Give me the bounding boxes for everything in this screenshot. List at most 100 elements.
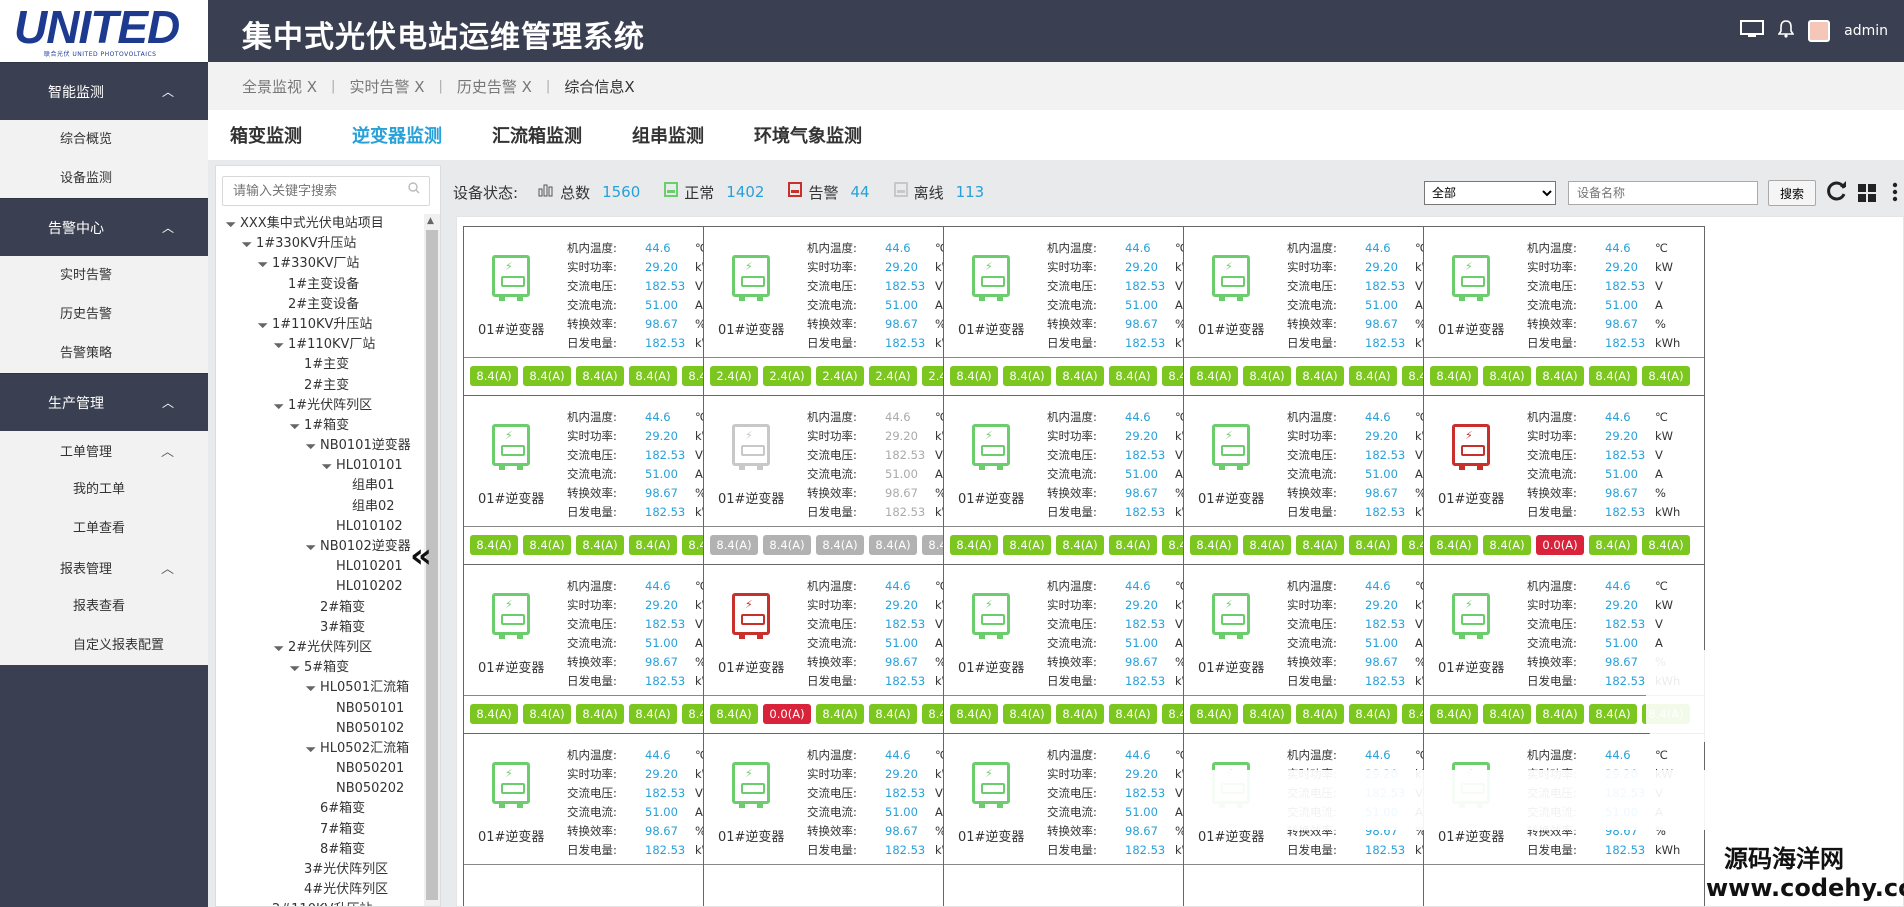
string-current-chip[interactable]: 8.4(A) [1589,535,1637,555]
string-current-chip[interactable]: 8.4(A) [1642,366,1690,386]
string-current-chip[interactable]: 8.4(A) [629,704,677,724]
search-icon[interactable] [408,182,420,198]
grid-view-icon[interactable] [1858,184,1876,202]
string-current-chip[interactable]: 8.4(A) [1296,704,1344,724]
tree-node[interactable]: 8#箱变 [226,840,421,860]
string-current-chip[interactable]: 8.4(A) [1243,535,1291,555]
sidebar-item[interactable]: 报表查看 [0,587,208,626]
sidebar-item[interactable]: 告警策略 [0,334,208,373]
tree-node[interactable]: ◢ 2#光伏阵列区 [226,638,421,658]
tree-node[interactable]: HL010202 [226,577,421,597]
inverter-card[interactable]: ⚡01#逆变器机内温度:44.6℃实时功率:29.20kW交流电压:182.53… [1423,226,1705,422]
string-current-chip[interactable]: 8.4(A) [869,704,917,724]
tree-node[interactable]: ◢ HL0501汇流箱 [226,678,421,698]
tree-node[interactable]: 6#箱变 [226,799,421,819]
string-current-chip[interactable]: 8.4(A) [816,535,864,555]
tree-node[interactable]: NB050201 [226,759,421,779]
inverter-name[interactable]: 01#逆变器 [1438,657,1504,676]
monitor-tab[interactable]: 汇流箱监测 [492,122,582,148]
string-current-chip[interactable]: 8.4(A) [1536,704,1584,724]
tree-node[interactable]: NB050202 [226,779,421,799]
string-current-chip[interactable]: 8.4(A) [1190,366,1238,386]
string-current-chip[interactable]: 8.4(A) [1056,366,1104,386]
sidebar-item[interactable]: 实时告警 [0,256,208,295]
string-current-chip[interactable]: 8.4(A) [523,535,571,555]
tree-node[interactable]: 2#主变设备 [226,295,421,315]
collapse-panel-button[interactable]: « [410,536,432,576]
string-current-chip[interactable]: 8.4(A) [470,535,518,555]
avatar[interactable] [1808,20,1831,42]
total-count[interactable]: 1560 [602,183,640,201]
status-filter-select[interactable]: 全部 [1424,181,1556,205]
bell-icon[interactable] [1777,20,1795,42]
tree-node[interactable]: 2#箱变 [226,598,421,618]
nav-group-header[interactable]: 告警中心 ︿ [0,198,208,256]
sidebar-item[interactable]: 历史告警 [0,295,208,334]
inverter-name[interactable]: 01#逆变器 [718,657,784,676]
inverter-name[interactable]: 01#逆变器 [718,826,784,845]
sidebar-item[interactable]: 设备监测 [0,159,208,198]
tree-node[interactable]: 4#光伏阵列区 [226,880,421,900]
sidebar-item[interactable]: 自定义报表配置 [0,626,208,665]
string-current-chip[interactable]: 8.4(A) [629,366,677,386]
tree-node[interactable]: ◢ 1#箱变 [226,416,421,436]
string-current-chip[interactable]: 8.4(A) [1190,535,1238,555]
monitor-tab[interactable]: 环境气象监测 [754,122,862,148]
string-current-chip[interactable]: 8.4(A) [950,704,998,724]
string-current-chip[interactable]: 8.4(A) [1349,535,1397,555]
scroll-up-icon[interactable]: ▲ [427,216,434,226]
inverter-name[interactable]: 01#逆变器 [1198,488,1264,507]
string-current-chip[interactable]: 8.4(A) [1056,704,1104,724]
inverter-name[interactable]: 01#逆变器 [478,319,544,338]
string-current-chip[interactable]: 8.4(A) [1642,535,1690,555]
tree-node[interactable]: ◢ HL0502汇流箱 [226,739,421,759]
inverter-name[interactable]: 01#逆变器 [958,488,1024,507]
string-current-chip[interactable]: 8.4(A) [1349,704,1397,724]
string-current-chip[interactable]: 8.4(A) [1003,366,1051,386]
tree-node[interactable]: 1#主变 [226,355,421,375]
string-current-chip[interactable]: 8.4(A) [1483,535,1531,555]
sidebar-item[interactable]: 工单查看 [0,509,208,548]
monitor-icon[interactable] [1740,20,1765,42]
string-current-chip[interactable]: 8.4(A) [1589,704,1637,724]
tree-node[interactable]: 3#箱变 [226,618,421,638]
tree-node[interactable]: 1#主变设备 [226,275,421,295]
tree-node[interactable]: ◢ 1#330KV升压站 [226,234,421,254]
string-current-chip[interactable]: 2.4(A) [763,366,811,386]
string-current-chip[interactable]: 8.4(A) [576,535,624,555]
inverter-name[interactable]: 01#逆变器 [478,657,544,676]
alarm-count[interactable]: 44 [850,183,869,201]
tree-node[interactable]: HL010102 [226,517,421,537]
string-current-chip[interactable]: 8.4(A) [1003,535,1051,555]
page-tab[interactable]: 综合信息X [564,76,634,97]
tree-node[interactable]: ◢ NB0101逆变器 [226,436,421,456]
tree-search-input[interactable] [222,176,430,206]
string-current-chip[interactable]: 8.4(A) [1483,704,1531,724]
string-current-chip[interactable]: 8.4(A) [1483,366,1531,386]
monitor-tab[interactable]: 逆变器监测 [352,122,442,148]
inverter-name[interactable]: 01#逆变器 [1438,319,1504,338]
tree-node[interactable]: ◢ NB0102逆变器 [226,537,421,557]
inverter-name[interactable]: 01#逆变器 [718,488,784,507]
string-current-chip[interactable]: 8.4(A) [629,535,677,555]
inverter-name[interactable]: 01#逆变器 [718,319,784,338]
tree-node[interactable]: NB050102 [226,719,421,739]
string-current-chip[interactable]: 8.4(A) [1109,535,1157,555]
tree-node[interactable]: ◢ 5#箱变 [226,658,421,678]
device-name-input[interactable] [1568,181,1758,205]
string-current-chip[interactable]: 8.4(A) [763,535,811,555]
string-current-chip[interactable]: 2.4(A) [710,366,758,386]
nav-group-header[interactable]: 生产管理 ︿ [0,373,208,431]
user-name[interactable]: admin [1844,23,1888,39]
string-current-chip[interactable]: 8.4(A) [576,704,624,724]
page-tab[interactable]: 实时告警 X [349,76,424,97]
string-current-chip[interactable]: 8.4(A) [1296,366,1344,386]
inverter-name[interactable]: 01#逆变器 [478,826,544,845]
sidebar-item[interactable]: 综合概览 [0,120,208,159]
more-icon[interactable] [1892,182,1898,202]
tree-node[interactable]: ◢ 1#110KV厂站 [226,335,421,355]
tree-node[interactable]: 7#箱变 [226,820,421,840]
search-button[interactable]: 搜索 [1768,180,1816,206]
nav-subgroup-header[interactable]: 工单管理 ︿ [0,431,208,470]
string-current-chip[interactable]: 8.4(A) [1296,535,1344,555]
